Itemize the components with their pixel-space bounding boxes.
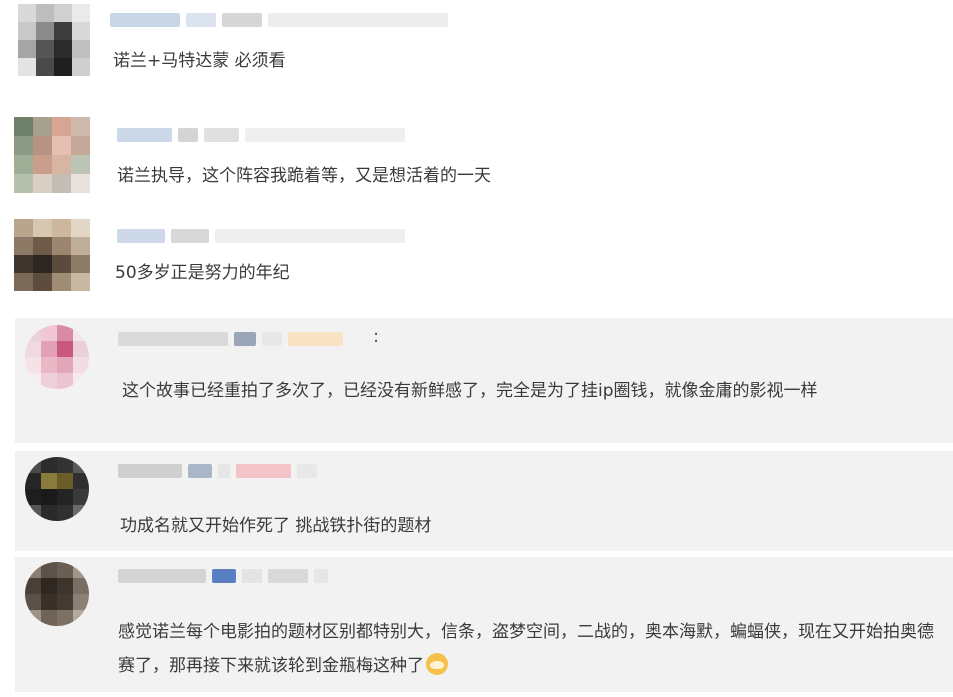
- comment-text: 功成名就又开始作死了 挑战铁扑街的题材: [120, 516, 432, 536]
- username-redacted[interactable]: [117, 229, 405, 243]
- avatar[interactable]: [25, 325, 89, 389]
- comment-item: 功成名就又开始作死了 挑战铁扑街的题材: [15, 451, 953, 551]
- comment-text: 诺兰+马特达蒙 必须看: [113, 51, 286, 71]
- comment-text: 50多岁正是努力的年纪: [115, 263, 290, 283]
- comment-item: 50多岁正是努力的年纪: [0, 215, 953, 315]
- comment-feed: 诺兰+马特达蒙 必须看 诺兰执导，这个阵容我跪着等，又是想活着的一天 50多岁正…: [0, 0, 953, 697]
- avatar[interactable]: [25, 457, 89, 521]
- comment-text: 这个故事已经重拍了多次了，已经没有新鲜感了，完全是为了挂ip圈钱，就像金庸的影视…: [122, 381, 818, 401]
- comment-text-content: 感觉诺兰每个电影拍的题材区别都特别大，信条，盗梦空间，二战的，奥本海默，蝙蝠侠，…: [118, 622, 934, 676]
- avatar[interactable]: [14, 219, 90, 291]
- username-redacted[interactable]: [118, 332, 343, 346]
- avatar[interactable]: [25, 562, 89, 626]
- more-options-icon[interactable]: :: [373, 326, 379, 347]
- comment-item: 感觉诺兰每个电影拍的题材区别都特别大，信条，盗梦空间，二战的，奥本海默，蝙蝠侠，…: [15, 557, 953, 692]
- username-redacted[interactable]: [118, 569, 328, 583]
- comment-item: : 这个故事已经重拍了多次了，已经没有新鲜感了，完全是为了挂ip圈钱，就像金庸的…: [15, 318, 953, 443]
- comment-item: 诺兰+马特达蒙 必须看: [0, 0, 953, 100]
- comment-item: 诺兰执导，这个阵容我跪着等，又是想活着的一天: [0, 112, 953, 212]
- username-redacted[interactable]: [110, 13, 448, 27]
- avatar[interactable]: [18, 4, 90, 76]
- avatar[interactable]: [14, 117, 90, 193]
- username-redacted[interactable]: [118, 464, 317, 478]
- comment-text: 感觉诺兰每个电影拍的题材区别都特别大，信条，盗梦空间，二战的，奥本海默，蝙蝠侠，…: [118, 615, 938, 683]
- comment-text: 诺兰执导，这个阵容我跪着等，又是想活着的一天: [117, 166, 491, 186]
- dog-face-emoji-icon: [426, 653, 448, 675]
- username-redacted[interactable]: [117, 128, 405, 142]
